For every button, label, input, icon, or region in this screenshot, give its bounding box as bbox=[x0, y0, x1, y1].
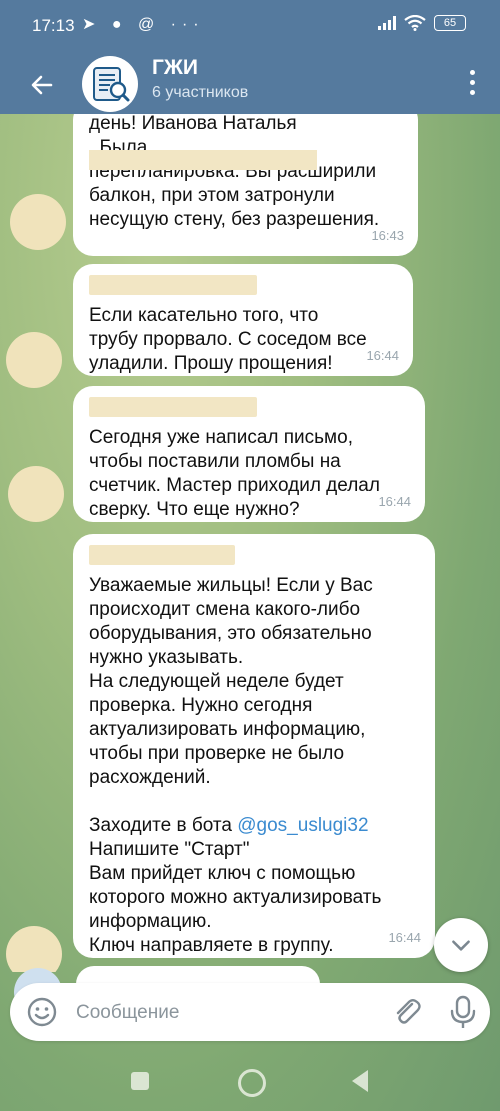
chat-header: ГЖИ 6 участников bbox=[0, 56, 500, 114]
message-bubble[interactable]: Если касательно того, что трубу прорвало… bbox=[73, 264, 413, 376]
paperclip-icon[interactable] bbox=[390, 995, 424, 1029]
redacted-name bbox=[89, 150, 317, 170]
redacted-sender-name bbox=[89, 275, 257, 295]
microphone-icon[interactable] bbox=[446, 994, 480, 1030]
chat-subtitle[interactable]: 6 участников bbox=[152, 84, 248, 102]
message-time: 16:43 bbox=[371, 228, 404, 243]
sender-avatar[interactable] bbox=[10, 194, 66, 250]
message-text-part: Уважаемые жильцы! Если у Вас происходит … bbox=[89, 575, 373, 836]
redacted-sender-name bbox=[89, 545, 235, 565]
back-button[interactable] bbox=[22, 65, 62, 105]
message-text-part: Напишите "Старт" Вам прийдет ключ с помо… bbox=[89, 839, 382, 956]
status-bar: 17:13 ➤ ● @ ··· 65 bbox=[0, 0, 500, 56]
system-icons: 65 bbox=[378, 15, 466, 31]
system-nav-bar bbox=[0, 1041, 500, 1111]
message-bubble[interactable]: Уважаемые жильцы! Если у Вас происходит … bbox=[73, 534, 435, 958]
message-bubble[interactable]: день! Иванова Наталья , Была перепланиро… bbox=[73, 114, 418, 256]
message-bubble[interactable]: Сегодня уже написал письмо, чтобы постав… bbox=[73, 386, 425, 522]
dot-icon bbox=[469, 80, 475, 85]
message-time: 16:44 bbox=[366, 348, 399, 363]
system-back-button[interactable] bbox=[352, 1070, 368, 1092]
battery-icon: 65 bbox=[434, 15, 466, 31]
arrow-left-icon bbox=[31, 75, 53, 95]
message-text: день! Иванова Наталья , Была перепланиро… bbox=[89, 114, 380, 230]
sender-avatar[interactable] bbox=[6, 926, 62, 972]
chat-title[interactable]: ГЖИ bbox=[152, 56, 198, 80]
status-time: 17:13 bbox=[32, 16, 75, 35]
message-text: Сегодня уже написал письмо, чтобы постав… bbox=[89, 427, 380, 520]
signal-icon bbox=[378, 16, 396, 30]
redacted-sender-name bbox=[89, 397, 257, 417]
home-button[interactable] bbox=[238, 1069, 266, 1097]
message-input[interactable] bbox=[74, 993, 378, 1033]
chevron-down-icon bbox=[452, 940, 470, 951]
message-composer bbox=[10, 983, 490, 1041]
notification-icons: ➤ ● @ ··· bbox=[82, 16, 205, 33]
message-time: 16:44 bbox=[378, 494, 411, 509]
recent-apps-button[interactable] bbox=[131, 1072, 149, 1090]
message-text: Уважаемые жильцы! Если у Вас происходит … bbox=[89, 574, 419, 958]
scroll-down-button[interactable] bbox=[434, 918, 488, 972]
bot-link[interactable]: @gos_uslugi32 bbox=[237, 815, 368, 836]
group-avatar[interactable] bbox=[82, 56, 138, 112]
message-list[interactable]: день! Иванова Наталья , Была перепланиро… bbox=[0, 114, 500, 972]
dot-icon bbox=[469, 70, 475, 75]
chat-screen: 17:13 ➤ ● @ ··· 65 ГЖИ 6 участников день… bbox=[0, 0, 500, 1111]
emoji-icon[interactable] bbox=[26, 996, 58, 1028]
sender-avatar[interactable] bbox=[6, 332, 62, 388]
message-time: 16:44 bbox=[388, 930, 421, 945]
sender-avatar[interactable] bbox=[8, 466, 64, 522]
message-text: Если касательно того, что трубу прорвало… bbox=[89, 305, 367, 374]
wifi-icon bbox=[404, 15, 426, 31]
dot-icon bbox=[469, 90, 475, 95]
more-menu-button[interactable] bbox=[462, 65, 482, 105]
document-search-icon bbox=[93, 67, 130, 102]
